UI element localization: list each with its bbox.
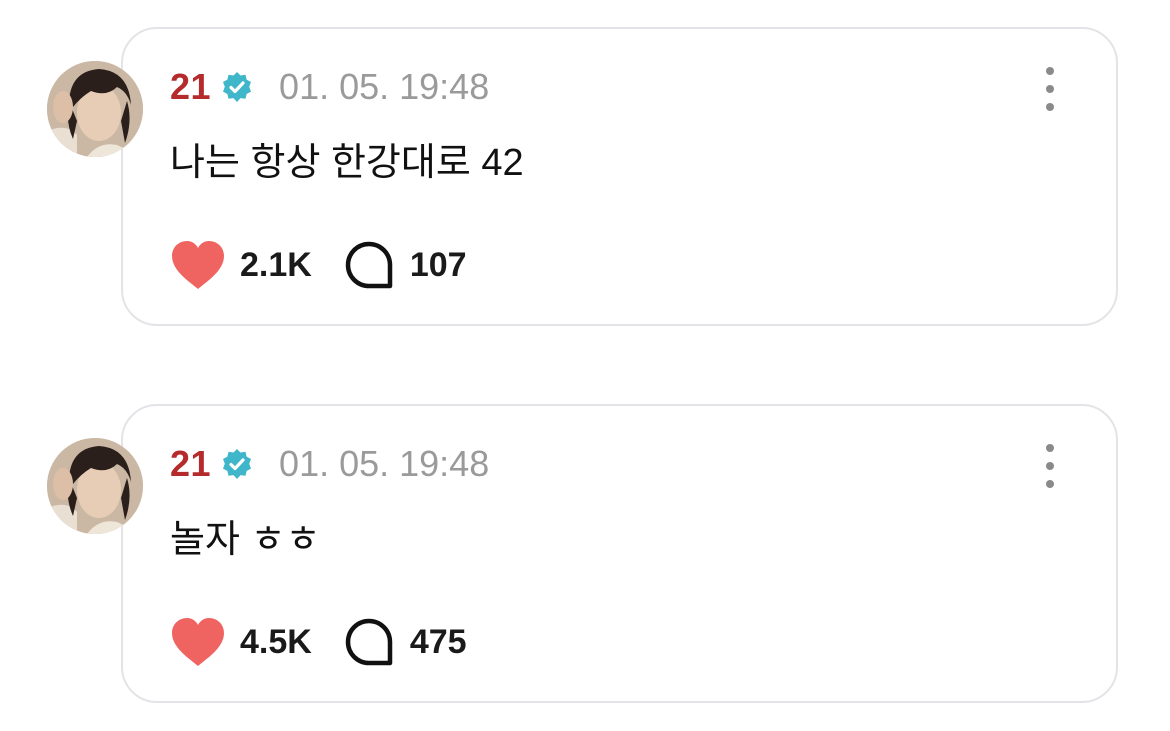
like-count: 2.1K — [240, 245, 312, 284]
like-count: 4.5K — [240, 622, 312, 661]
heart-icon[interactable] — [170, 616, 226, 668]
speech-bubble-icon[interactable] — [344, 617, 394, 667]
timestamp: 01. 05. 19:48 — [279, 66, 490, 107]
vertical-ellipsis-icon — [1046, 67, 1054, 75]
comment-count: 107 — [409, 245, 467, 284]
post-text: 놀자 ㅎㅎ — [170, 519, 321, 561]
verified-badge-icon — [223, 72, 252, 102]
vertical-ellipsis-icon — [1046, 103, 1054, 111]
vertical-ellipsis-icon — [1046, 480, 1054, 488]
username[interactable]: 21 — [170, 443, 211, 485]
avatar[interactable] — [47, 438, 143, 534]
post-text: 나는 항상 한강대로 42 — [170, 142, 524, 184]
vertical-ellipsis-icon — [1046, 444, 1054, 452]
speech-bubble-icon[interactable] — [344, 240, 394, 290]
username[interactable]: 21 — [170, 66, 211, 108]
heart-icon[interactable] — [170, 239, 226, 291]
verified-badge-icon — [223, 449, 252, 479]
timestamp: 01. 05. 19:48 — [279, 443, 490, 484]
post-card: 21 01. 05. 19:48 놀자 ㅎㅎ 4.5K 475 — [0, 402, 1170, 712]
vertical-ellipsis-icon — [1046, 462, 1054, 470]
avatar[interactable] — [47, 61, 143, 157]
more-options-button[interactable] — [1036, 67, 1064, 111]
more-options-button[interactable] — [1036, 444, 1064, 488]
post-header: 21 01. 05. 19:48 — [170, 65, 489, 109]
post-actions: 2.1K 107 — [170, 237, 467, 293]
comment-count: 475 — [409, 622, 467, 661]
vertical-ellipsis-icon — [1046, 85, 1054, 93]
post-card: 21 01. 05. 19:48 나는 항상 한강대로 42 2.1K 107 — [0, 25, 1170, 335]
post-actions: 4.5K 475 — [170, 614, 467, 670]
post-header: 21 01. 05. 19:48 — [170, 442, 489, 486]
